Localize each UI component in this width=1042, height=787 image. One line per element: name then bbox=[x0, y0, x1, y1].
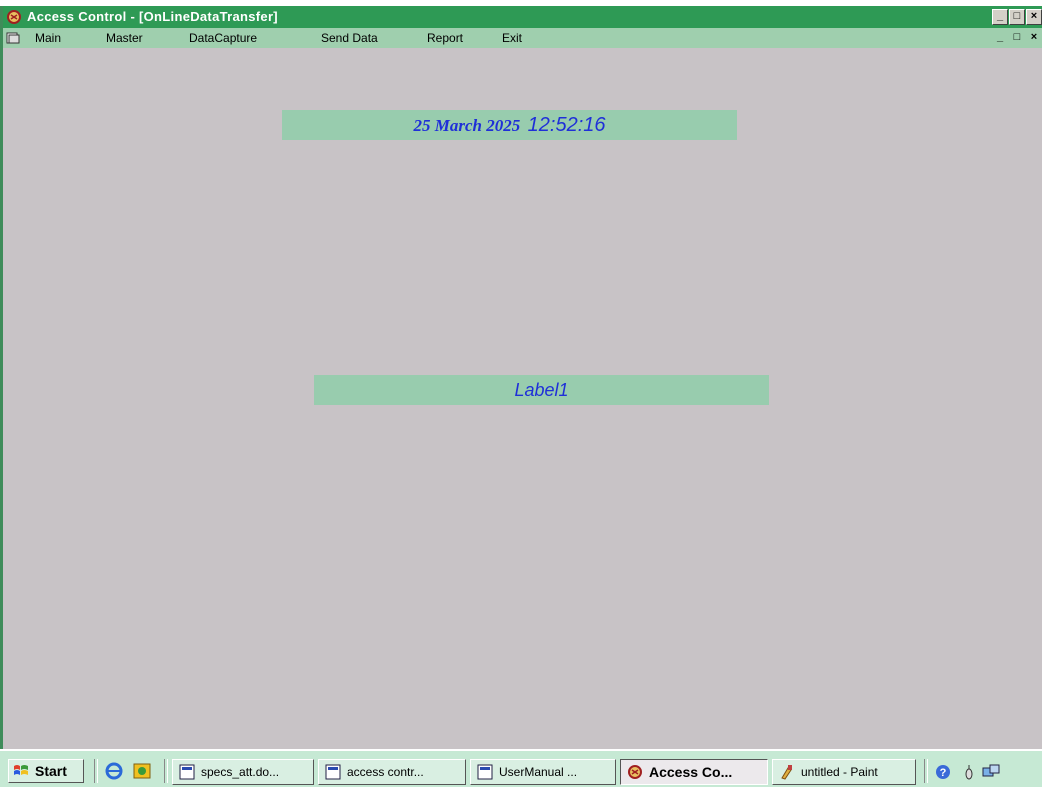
status-label: Label1 bbox=[314, 375, 769, 405]
date-label: 25 March 2025 bbox=[413, 116, 521, 135]
word-document-icon bbox=[477, 764, 493, 780]
minimize-button[interactable]: _ bbox=[992, 9, 1008, 25]
menu-exit[interactable]: Exit bbox=[502, 28, 522, 48]
start-button[interactable]: Start bbox=[8, 759, 84, 783]
taskbar-button-label: Access Co... bbox=[649, 764, 733, 780]
window-title: Access Control - [OnLineDataTransfer] bbox=[27, 9, 278, 24]
time-label: 12:52:16 bbox=[527, 114, 606, 136]
child-restore-button[interactable]: □ bbox=[1009, 30, 1025, 46]
title-bar[interactable]: Access Control - [OnLineDataTransfer] _ … bbox=[3, 6, 1042, 28]
taskbar-button-label: untitled - Paint bbox=[801, 765, 878, 779]
app-icon bbox=[628, 765, 642, 779]
quicklaunch-separator bbox=[164, 759, 168, 783]
word-document-icon bbox=[179, 764, 195, 780]
taskbar-button-access-contr[interactable]: access contr... bbox=[318, 759, 466, 785]
outlook-icon[interactable] bbox=[132, 761, 152, 781]
child-minimize-button[interactable]: _ bbox=[992, 30, 1008, 46]
taskbar-button-label: access contr... bbox=[347, 765, 424, 779]
menu-datacapture[interactable]: DataCapture bbox=[189, 28, 257, 48]
mouse-icon[interactable] bbox=[960, 763, 978, 781]
child-close-button[interactable]: × bbox=[1026, 30, 1042, 46]
paint-icon bbox=[781, 765, 792, 780]
taskbar: Start specs_att.do... access contr... Us… bbox=[0, 749, 1042, 787]
tray-separator bbox=[924, 759, 928, 783]
menu-send-data[interactable]: Send Data bbox=[321, 28, 378, 48]
window-controls: _ □ × bbox=[991, 9, 1042, 25]
taskbar-button-usermanual[interactable]: UserManual ... bbox=[470, 759, 616, 785]
taskbar-button-specs[interactable]: specs_att.do... bbox=[172, 759, 314, 785]
start-label: Start bbox=[35, 763, 67, 779]
menu-bar: Main Master DataCapture Send Data Report… bbox=[3, 28, 1042, 48]
internet-explorer-icon[interactable] bbox=[104, 761, 124, 781]
help-icon[interactable]: ? bbox=[934, 763, 952, 781]
windows-logo-icon bbox=[14, 765, 28, 775]
document-icon[interactable] bbox=[6, 31, 20, 45]
taskbar-button-label: UserManual ... bbox=[499, 765, 578, 779]
app-icon bbox=[7, 10, 21, 24]
app-window: Access Control - [OnLineDataTransfer] _ … bbox=[0, 6, 1042, 749]
restore-button[interactable]: □ bbox=[1009, 9, 1025, 25]
close-button[interactable]: × bbox=[1026, 9, 1042, 25]
menu-main[interactable]: Main bbox=[35, 28, 61, 48]
system-tray: ? bbox=[922, 759, 1042, 785]
network-icon[interactable] bbox=[982, 763, 1000, 781]
svg-text:?: ? bbox=[940, 767, 947, 779]
taskbar-button-access-control[interactable]: Access Co... bbox=[620, 759, 768, 785]
menu-master[interactable]: Master bbox=[106, 28, 143, 48]
word-document-icon bbox=[325, 764, 341, 780]
taskbar-button-paint[interactable]: untitled - Paint bbox=[772, 759, 916, 785]
menu-report[interactable]: Report bbox=[427, 28, 463, 48]
quicklaunch-separator bbox=[94, 759, 98, 783]
datetime-display: 25 March 2025 12:52:16 bbox=[282, 110, 737, 140]
taskbar-button-label: specs_att.do... bbox=[201, 765, 280, 779]
child-window-controls: _ □ × bbox=[991, 30, 1042, 46]
